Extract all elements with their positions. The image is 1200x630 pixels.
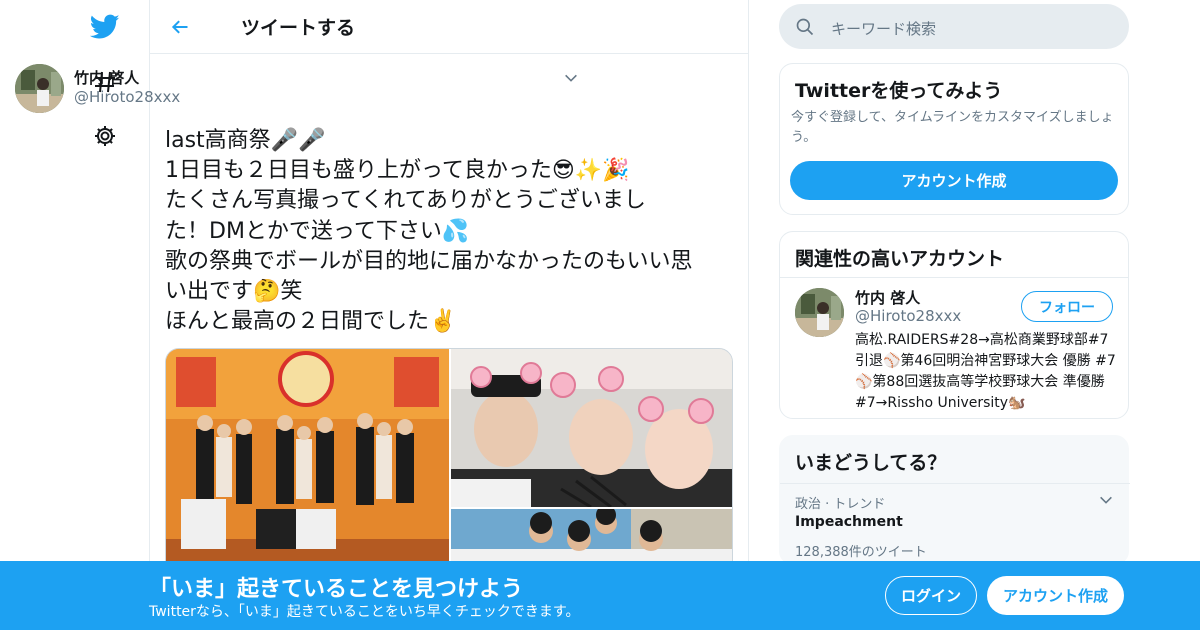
trend-category: 政治 · トレンド <box>795 497 886 512</box>
login-button[interactable]: ログイン <box>885 576 977 615</box>
page-title: ツイートする <box>241 17 356 39</box>
chevron-down-icon[interactable] <box>563 70 579 90</box>
photo-selfie[interactable] <box>451 349 732 507</box>
gear-icon[interactable] <box>88 119 122 153</box>
related-account-bio: 高松.RAIDERS#28→高松商業野球部#7 引退⚾第46回明治神宮野球大会 … <box>855 332 1116 411</box>
create-account-button[interactable]: アカウント作成 <box>790 161 1118 200</box>
divider <box>780 277 1128 278</box>
banner-subtitle: Twitterなら、「いま」起きていることをいち早くチェックできます。 <box>149 604 580 620</box>
page: ツイートする 竹内 啓人 @Hiroto28xxx last高商祭🎤🎤 1日目も… <box>0 0 1200 630</box>
related-account-name[interactable]: 竹内 啓人 <box>855 287 920 308</box>
author-name[interactable]: 竹内 啓人 <box>74 67 139 88</box>
signup-card-title: Twitterを使ってみよう <box>795 80 1003 102</box>
tweet-author: 竹内 啓人 @Hiroto28xxx <box>15 64 585 114</box>
arrow-left-icon[interactable] <box>168 15 192 39</box>
signup-card-subtitle: 今すぐ登録して、タイムラインをカスタマイズしましょう。 <box>791 110 1114 145</box>
avatar[interactable] <box>795 288 844 337</box>
trend-name[interactable]: Impeachment <box>795 514 903 530</box>
related-account-handle[interactable]: @Hiroto28xxx <box>855 307 961 325</box>
photo-stage[interactable] <box>166 349 449 577</box>
chevron-down-icon[interactable] <box>1098 492 1114 512</box>
signup-card: Twitterを使ってみよう 今すぐ登録して、タイムラインをカスタマイズしましょ… <box>779 63 1129 215</box>
banner-title: 「いま」起きていることを見つけよう <box>149 577 524 602</box>
signup-banner: 「いま」起きていることを見つけよう Twitterなら、「いま」起きていることを… <box>0 561 1200 630</box>
page-header: ツイートする <box>150 0 748 54</box>
trend-count: 128,388件のツイート <box>795 545 927 560</box>
search-placeholder: キーワード検索 <box>831 20 937 38</box>
divider <box>780 483 1130 484</box>
banner-create-account-button[interactable]: アカウント作成 <box>987 576 1124 615</box>
tweet-media[interactable] <box>165 348 733 578</box>
trends-title: いまどうしてる？ <box>795 452 947 474</box>
search-icon <box>795 17 815 41</box>
related-accounts-title: 関連性の高いアカウント <box>795 248 1005 270</box>
trends-card: いまどうしてる？ 政治 · トレンド Impeachment 128,388件の… <box>779 435 1130 565</box>
related-accounts-card: 関連性の高いアカウント 竹内 啓人 @Hiroto28xxx フォロー 高松.R… <box>779 231 1129 419</box>
tweet-text: last高商祭🎤🎤 1日目も２日目も盛り上がって良かった😎✨🎉 たくさん写真撮っ… <box>165 128 693 335</box>
follow-button[interactable]: フォロー <box>1021 291 1113 322</box>
author-handle[interactable]: @Hiroto28xxx <box>74 88 180 106</box>
twitter-bird-icon[interactable] <box>88 10 122 44</box>
avatar[interactable] <box>15 64 64 113</box>
search-input[interactable]: キーワード検索 <box>779 4 1129 49</box>
